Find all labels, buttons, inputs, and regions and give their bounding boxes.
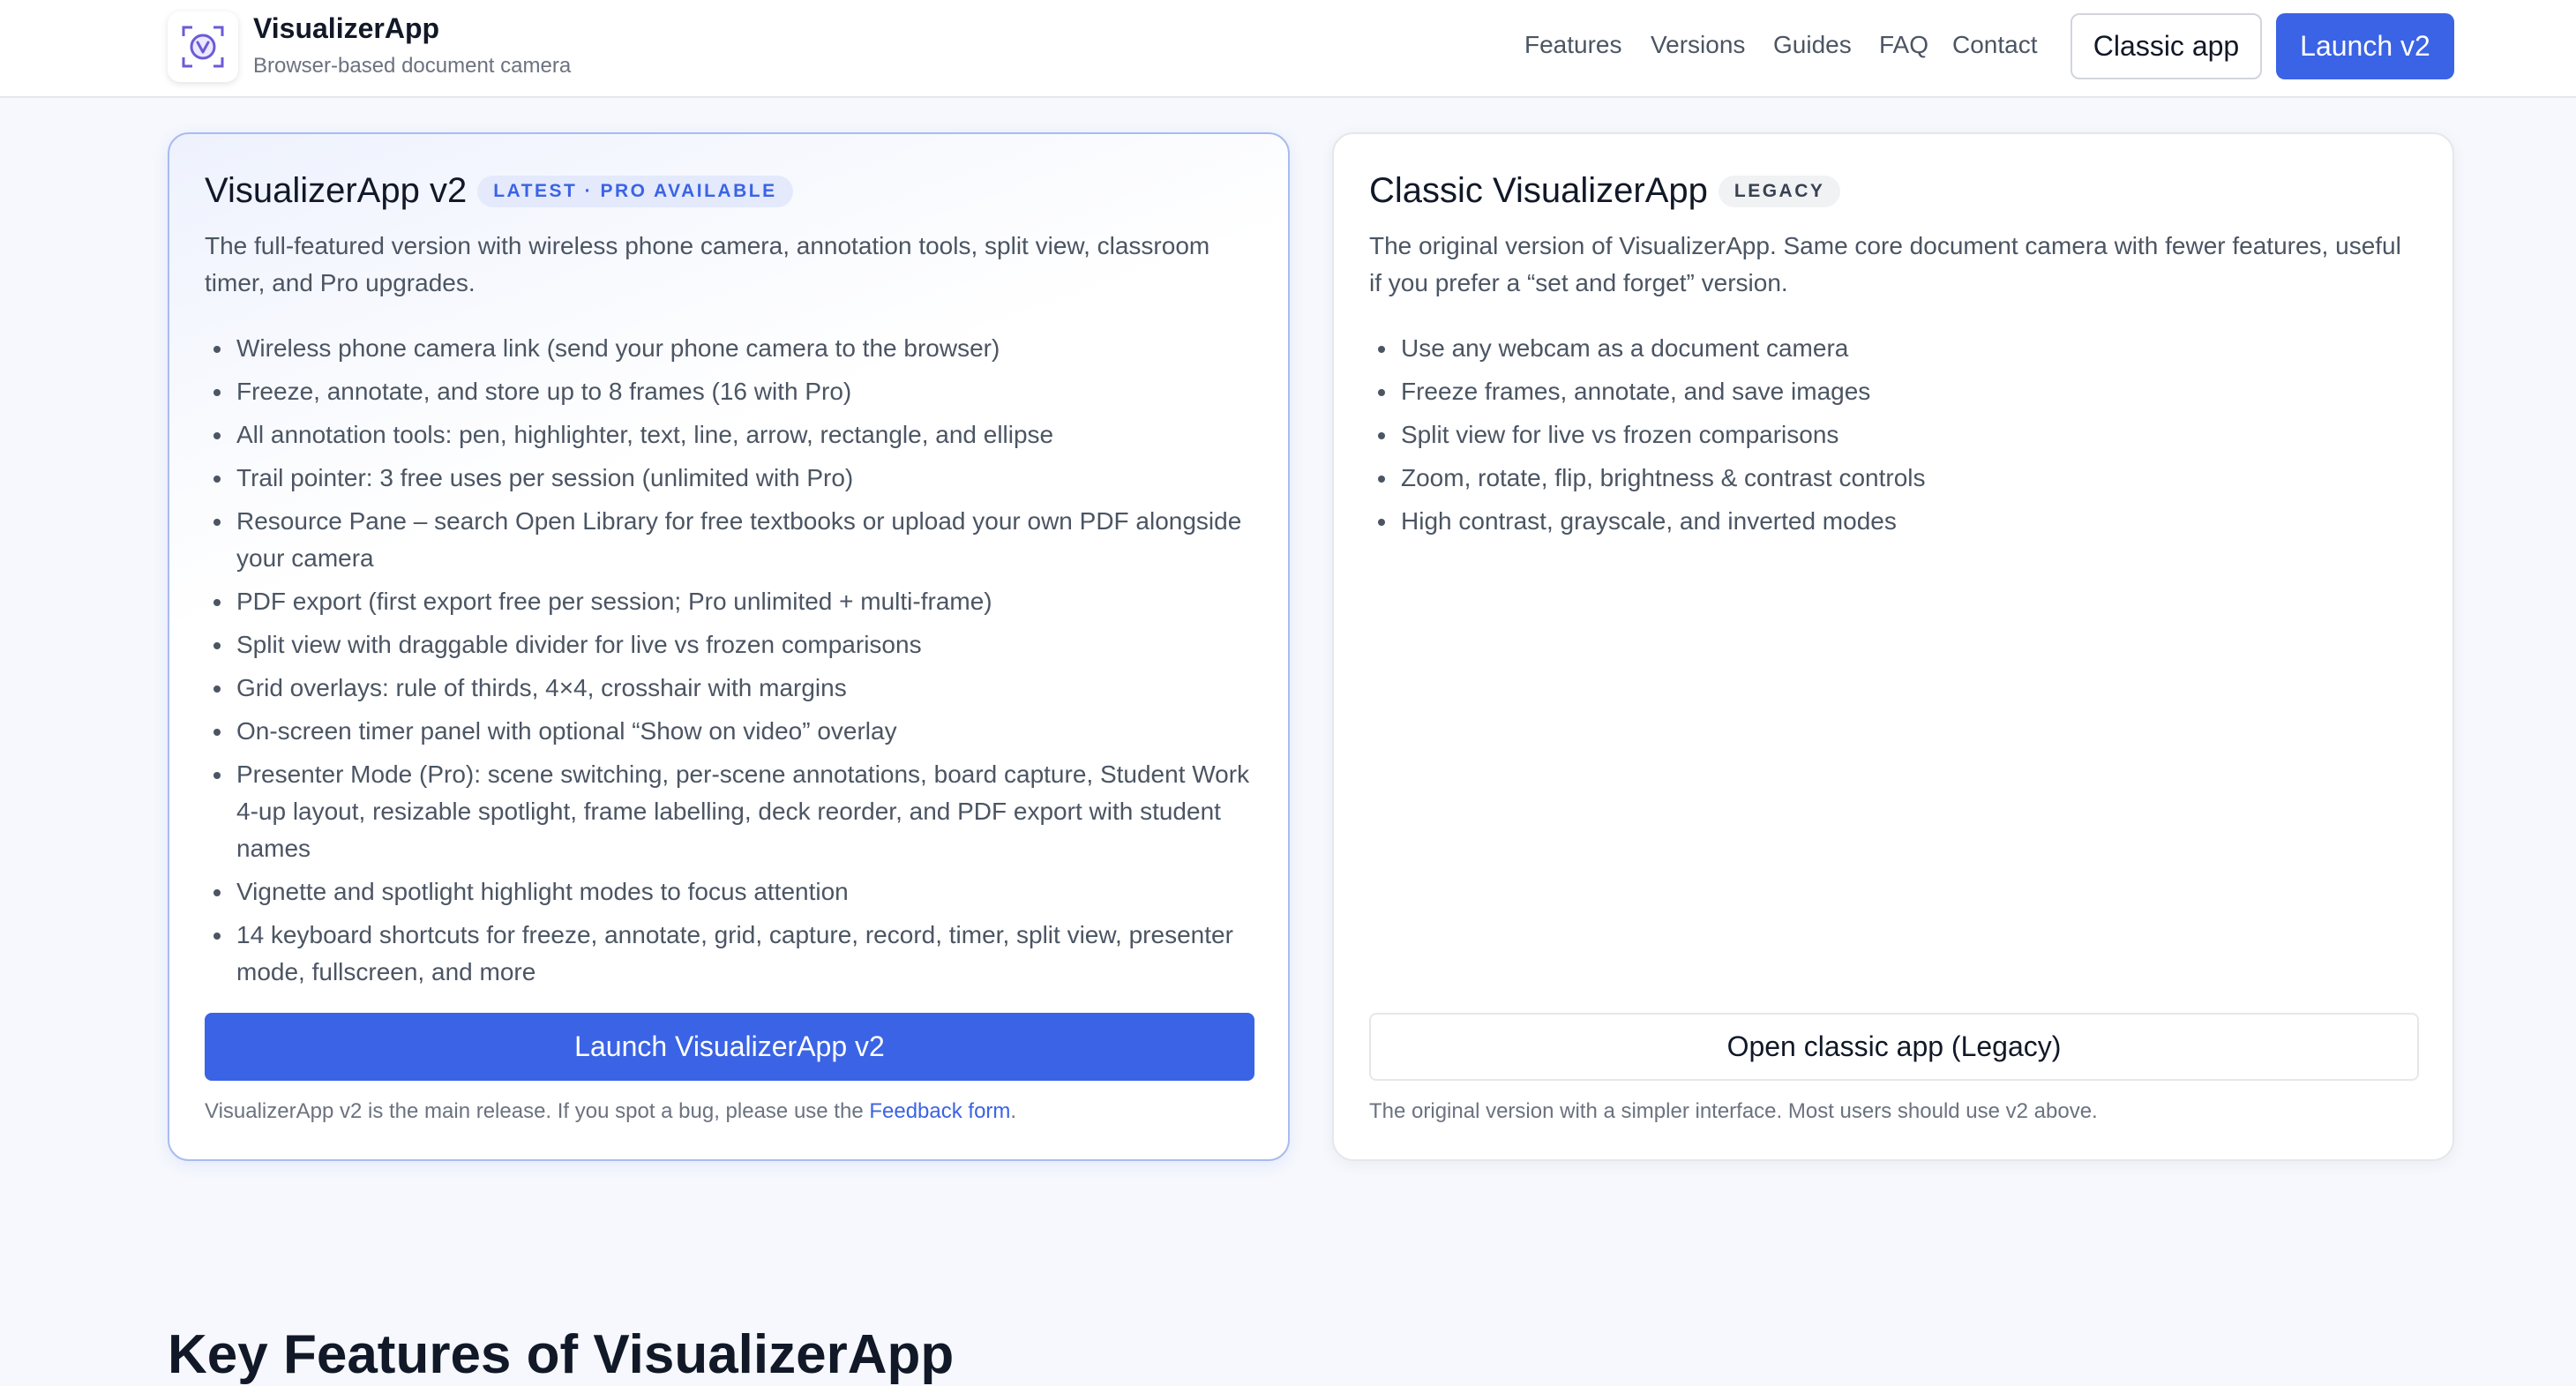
list-item: Split view with draggable divider for li…: [205, 626, 1263, 663]
classic-card-title-row: Classic VisualizerApp LEGACY: [1369, 171, 1841, 211]
list-item: All annotation tools: pen, highlighter, …: [205, 416, 1263, 453]
list-item: Presenter Mode (Pro): scene switching, p…: [205, 756, 1263, 867]
open-classic-app-button[interactable]: Open classic app (Legacy): [1369, 1013, 2419, 1081]
classic-version-card: Classic VisualizerApp LEGACY The origina…: [1332, 132, 2454, 1161]
v2-version-card: VisualizerApp v2 LATEST · PRO AVAILABLE …: [168, 132, 1290, 1161]
list-item: Freeze, annotate, and store up to 8 fram…: [205, 373, 1263, 410]
v2-card-note: VisualizerApp v2 is the main release. If…: [205, 1099, 1016, 1124]
legacy-badge: LEGACY: [1718, 175, 1841, 207]
nav-link-faq[interactable]: FAQ: [1879, 31, 1928, 59]
brand-tagline: Browser-based document camera: [253, 54, 572, 78]
latest-pro-badge: LATEST · PRO AVAILABLE: [477, 175, 793, 207]
app-logo[interactable]: [168, 11, 238, 82]
v2-card-title: VisualizerApp v2: [205, 171, 468, 210]
v2-note-suffix: .: [1010, 1099, 1017, 1123]
site-header: VisualizerApp Browser-based document cam…: [0, 0, 2576, 98]
list-item: Split view for live vs frozen comparison…: [1369, 416, 2428, 453]
list-item: High contrast, grayscale, and inverted m…: [1369, 503, 2428, 540]
list-item: Trail pointer: 3 free uses per session (…: [205, 460, 1263, 497]
nav-link-versions[interactable]: Versions: [1651, 31, 1745, 59]
v2-card-description: The full-featured version with wireless …: [205, 232, 1210, 296]
classic-feature-list: Use any webcam as a document camera Free…: [1369, 330, 2428, 546]
v2-card-title-row: VisualizerApp v2 LATEST · PRO AVAILABLE: [205, 171, 793, 211]
list-item: Use any webcam as a document camera: [1369, 330, 2428, 367]
list-item: Resource Pane – search Open Library for …: [205, 503, 1263, 577]
list-item: Zoom, rotate, flip, brightness & contras…: [1369, 460, 2428, 497]
feedback-form-link[interactable]: Feedback form: [869, 1099, 1010, 1123]
v2-note-text: VisualizerApp v2 is the main release. If…: [205, 1099, 870, 1123]
brand-name[interactable]: VisualizerApp: [253, 12, 439, 45]
classic-app-button[interactable]: Classic app: [2071, 13, 2262, 79]
classic-card-description: The original version of VisualizerApp. S…: [1369, 232, 2401, 296]
launch-visualizerapp-v2-button[interactable]: Launch VisualizerApp v2: [205, 1013, 1254, 1081]
nav-link-contact[interactable]: Contact: [1952, 31, 2038, 59]
visualizer-logo-icon: [182, 26, 224, 68]
list-item: 14 keyboard shortcuts for freeze, annota…: [205, 917, 1263, 991]
list-item: Grid overlays: rule of thirds, 4×4, cros…: [205, 670, 1263, 707]
classic-card-title: Classic VisualizerApp: [1369, 171, 1708, 210]
v2-feature-list: Wireless phone camera link (send your ph…: [205, 330, 1263, 997]
list-item: Wireless phone camera link (send your ph…: [205, 330, 1263, 367]
key-features-heading: Key Features of VisualizerApp: [168, 1324, 955, 1385]
nav-link-guides[interactable]: Guides: [1773, 31, 1852, 59]
launch-v2-button[interactable]: Launch v2: [2276, 13, 2454, 79]
classic-card-note: The original version with a simpler inte…: [1369, 1099, 2098, 1123]
list-item: Vignette and spotlight highlight modes t…: [205, 873, 1263, 910]
list-item: On-screen timer panel with optional “Sho…: [205, 713, 1263, 750]
nav-link-features[interactable]: Features: [1524, 31, 1622, 59]
list-item: Freeze frames, annotate, and save images: [1369, 373, 2428, 410]
list-item: PDF export (first export free per sessio…: [205, 583, 1263, 620]
